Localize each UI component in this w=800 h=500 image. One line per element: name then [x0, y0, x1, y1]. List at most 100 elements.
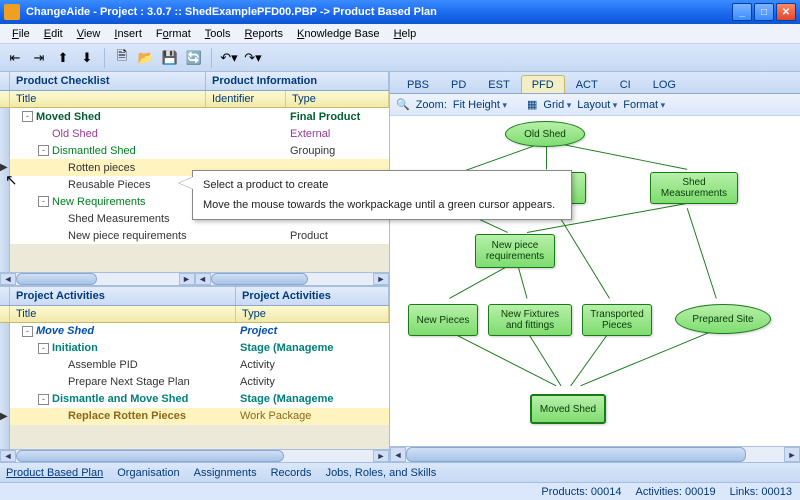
move-up-icon[interactable]: ⬆ [52, 47, 74, 69]
tree-row[interactable]: Replace Rotten Pieces Work Package [10, 408, 389, 425]
menu-view[interactable]: View [71, 26, 107, 42]
menu-edit[interactable]: Edit [38, 26, 69, 42]
activities-tree[interactable]: -Move ShedProject-InitiationStage (Manag… [10, 323, 389, 425]
col-title[interactable]: Title [10, 91, 206, 107]
node-new-piece-req[interactable]: New piece requirements [475, 234, 555, 268]
checklist-header[interactable]: Product Checklist [10, 72, 206, 90]
row-title: Assemble PID [68, 359, 138, 371]
bottom-tabs: Product Based Plan Organisation Assignment… [0, 462, 800, 482]
tree-row[interactable]: -Move ShedProject [10, 323, 389, 340]
node-new-pieces[interactable]: New Pieces [408, 304, 478, 336]
grid-icon[interactable]: ▦ [527, 98, 537, 111]
row-type: Stage (Manageme [236, 342, 389, 354]
menu-knowledge-base[interactable]: Knowledge Base [291, 26, 386, 42]
row-title: Reusable Pieces [68, 179, 151, 191]
zoom-icon[interactable]: 🔍 [396, 98, 410, 111]
diagram-tabs: PBSPDESTPFDACTCILOG [390, 72, 800, 94]
expander-icon[interactable]: - [38, 145, 49, 156]
menu-help[interactable]: Help [388, 26, 423, 42]
tree-row[interactable]: -Moved ShedFinal Product [10, 108, 389, 125]
checklist-hscroll[interactable]: ◄► ◄► [0, 272, 389, 285]
expander-icon[interactable]: - [22, 326, 33, 337]
menu-file[interactable]: File [6, 26, 36, 42]
tab-pfd[interactable]: PFD [521, 75, 565, 93]
menu-format[interactable]: Format [150, 26, 197, 42]
expander-icon[interactable]: - [22, 111, 33, 122]
bottom-tab-3[interactable]: Records [271, 467, 312, 479]
save-icon[interactable]: 💾 [159, 47, 181, 69]
row-title: Dismantled Shed [52, 145, 136, 157]
tree-row[interactable]: Old ShedExternal [10, 125, 389, 142]
row-title: New Requirements [52, 196, 146, 208]
tree-row[interactable]: -InitiationStage (Manageme [10, 340, 389, 357]
row-title: Prepare Next Stage Plan [68, 376, 190, 388]
diagram-canvas[interactable]: Old Shed Rotten pieces Reusable Pieces S… [390, 116, 800, 446]
node-prepared-site[interactable]: Prepared Site [675, 304, 771, 334]
row-type: Work Package [236, 410, 389, 422]
menu-bar: File Edit View Insert Format Tools Repor… [0, 24, 800, 44]
node-old-shed[interactable]: Old Shed [505, 121, 585, 147]
layout-dropdown[interactable]: Layout [577, 99, 617, 111]
tab-log[interactable]: LOG [642, 75, 687, 93]
cursor-icon: ↖ [5, 171, 18, 189]
close-button[interactable]: ✕ [776, 3, 796, 21]
zoom-value-dropdown[interactable]: Fit Height [453, 99, 507, 111]
col-act-type[interactable]: Type [236, 306, 389, 322]
bottom-tab-1[interactable]: Organisation [117, 467, 179, 479]
move-down-icon[interactable]: ⬇ [76, 47, 98, 69]
row-title: Move Shed [36, 325, 94, 337]
outdent-icon[interactable]: ⇤ [4, 47, 26, 69]
tooltip-line1: Select a product to create [203, 179, 561, 191]
menu-tools[interactable]: Tools [199, 26, 237, 42]
tab-act[interactable]: ACT [565, 75, 609, 93]
tab-pd[interactable]: PD [440, 75, 477, 93]
bottom-tab-4[interactable]: Jobs, Roles, and Skills [326, 467, 437, 479]
indent-icon[interactable]: ⇥ [28, 47, 50, 69]
refresh-icon[interactable]: 🔄 [183, 47, 205, 69]
maximize-button[interactable]: □ [754, 3, 774, 21]
diagram-toolbar: 🔍 Zoom: Fit Height ▦ Grid Layout Format [390, 94, 800, 116]
node-transported[interactable]: Transported Pieces [582, 304, 652, 336]
node-shed-measurements[interactable]: Shed Measurements [650, 172, 738, 204]
redo-icon[interactable]: ↷▾ [242, 47, 264, 69]
format-dropdown[interactable]: Format [623, 99, 665, 111]
tree-row[interactable]: New piece requirementsProduct [10, 227, 389, 244]
tree-row[interactable]: -Dismantle and Move ShedStage (Manageme [10, 391, 389, 408]
diagram-hscroll[interactable]: ◄► [390, 446, 800, 462]
tree-row[interactable]: -Dismantled ShedGrouping [10, 142, 389, 159]
activities-hscroll[interactable]: ◄► [0, 449, 389, 462]
node-moved-shed[interactable]: Moved Shed [530, 394, 606, 424]
col-act-title[interactable]: Title [10, 306, 236, 322]
tree-row[interactable]: Prepare Next Stage PlanActivity [10, 374, 389, 391]
tab-ci[interactable]: CI [609, 75, 642, 93]
row-title: Moved Shed [36, 111, 101, 123]
minimize-button[interactable]: _ [732, 3, 752, 21]
row-title: Replace Rotten Pieces [68, 410, 186, 422]
diagram-pane: PBSPDESTPFDACTCILOG 🔍 Zoom: Fit Height ▦… [390, 72, 800, 462]
bottom-tab-0[interactable]: Product Based Plan [6, 467, 103, 479]
row-title: Shed Measurements [68, 213, 170, 225]
current-row-marker: ▶ [0, 411, 10, 421]
expander-icon[interactable]: - [38, 343, 49, 354]
col-identifier[interactable]: Identifier [206, 91, 286, 107]
expander-icon[interactable]: - [38, 394, 49, 405]
row-type: Activity [236, 359, 389, 371]
menu-insert[interactable]: Insert [108, 26, 148, 42]
open-icon[interactable]: 📂 [135, 47, 157, 69]
tab-pbs[interactable]: PBS [396, 75, 440, 93]
col-type[interactable]: Type [286, 91, 389, 107]
new-icon[interactable]: 🗎 [111, 47, 133, 69]
tooltip-line2: Move the mouse towards the workpackage u… [203, 199, 561, 211]
tree-row[interactable]: Assemble PID Activity [10, 357, 389, 374]
undo-icon[interactable]: ↶▾ [218, 47, 240, 69]
bottom-tab-2[interactable]: Assignments [194, 467, 257, 479]
expander-icon[interactable]: - [38, 196, 49, 207]
grid-dropdown[interactable]: Grid [543, 99, 571, 111]
node-fixtures[interactable]: New Fixtures and fittings [488, 304, 572, 336]
row-title: Rotten pieces [68, 162, 135, 174]
menu-reports[interactable]: Reports [238, 26, 289, 42]
activities-header2[interactable]: Project Activities [236, 287, 389, 305]
tab-est[interactable]: EST [477, 75, 520, 93]
product-info-header[interactable]: Product Information [206, 72, 389, 90]
activities-header1[interactable]: Project Activities [10, 287, 236, 305]
